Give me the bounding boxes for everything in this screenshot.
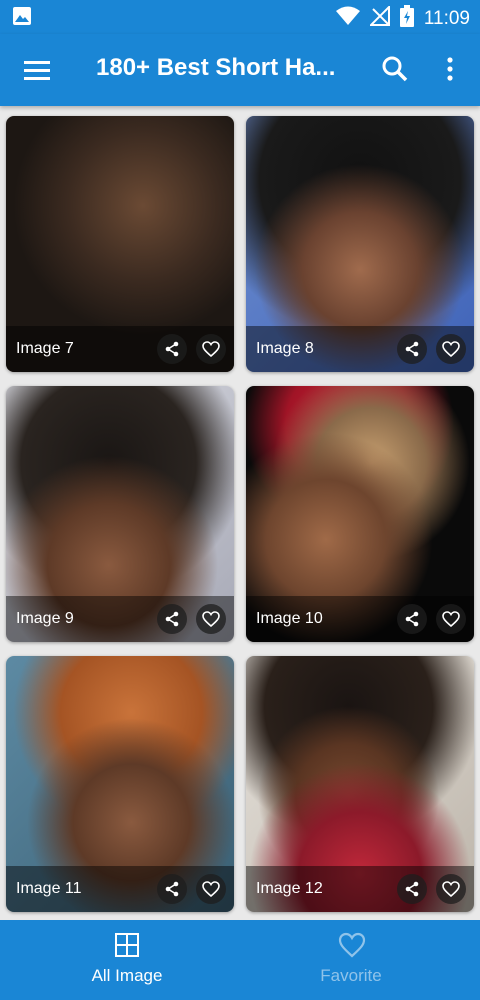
heart-icon[interactable] [196,874,226,904]
share-icon[interactable] [157,334,187,364]
image-label: Image 7 [16,340,74,357]
image-card[interactable]: Image 7 [6,116,234,372]
nav-label: All Image [91,966,163,985]
heart-icon [338,932,366,958]
more-vert-icon[interactable] [438,54,462,84]
image-label: Image 8 [256,340,314,357]
no-signal-icon [368,4,390,31]
battery-charging-icon [399,5,414,32]
status-bar: 11:09 [0,0,480,34]
search-icon[interactable] [380,54,410,84]
app-bar: 180+ Best Short Ha... [0,34,480,106]
bottom-nav: All Image Favorite [0,920,480,1000]
menu-icon[interactable] [22,56,52,84]
heart-icon[interactable] [196,334,226,364]
image-card[interactable]: Image 9 [6,386,234,642]
page-title: 180+ Best Short Ha... [96,54,336,81]
share-icon[interactable] [397,874,427,904]
image-grid: Image 7 Image 8 Image 9 Image 10 Image 1… [0,106,480,920]
nav-label: Favorite [320,966,382,985]
nav-favorite[interactable]: Favorite [231,920,471,1000]
grid-icon [114,932,140,958]
image-card[interactable]: Image 12 [246,656,474,912]
wifi-icon [335,6,360,31]
heart-icon[interactable] [436,604,466,634]
share-icon[interactable] [157,874,187,904]
share-icon[interactable] [397,334,427,364]
heart-icon[interactable] [436,334,466,364]
image-card[interactable]: Image 10 [246,386,474,642]
image-card[interactable]: Image 8 [246,116,474,372]
share-icon[interactable] [397,604,427,634]
status-time: 11:09 [423,7,470,29]
heart-icon[interactable] [196,604,226,634]
share-icon[interactable] [157,604,187,634]
image-label: Image 12 [256,880,323,897]
image-label: Image 11 [16,880,82,897]
image-label: Image 10 [256,610,323,627]
nav-all-image[interactable]: All Image [7,920,247,1000]
image-card[interactable]: Image 11 [6,656,234,912]
image-label: Image 9 [16,610,74,627]
heart-icon[interactable] [436,874,466,904]
image-icon [12,6,32,31]
